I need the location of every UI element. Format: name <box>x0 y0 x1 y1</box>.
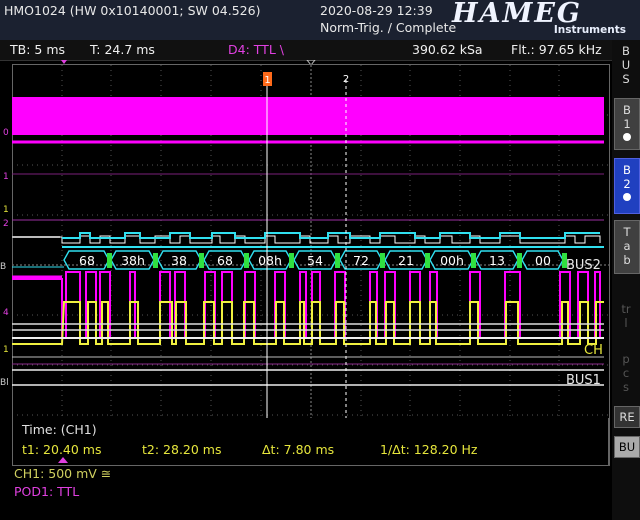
bus2-byte: 68 <box>217 253 233 268</box>
brand-sub: Instruments <box>553 24 626 36</box>
cursor-1-label: 1 <box>264 75 270 86</box>
search-button[interactable]: trl <box>614 302 638 330</box>
bus2-byte: 72 <box>353 253 369 268</box>
ch-label: CH <box>584 343 603 358</box>
svg-text:1: 1 <box>3 345 9 355</box>
ref-button[interactable]: RE <box>614 406 640 428</box>
marker-0: 0 <box>3 128 9 138</box>
ch1-setting[interactable]: CH1: 500 mV ≅ <box>14 466 111 481</box>
inverse-delta-t-value: 1/Δt: 128.20 Hz <box>380 442 478 457</box>
hameg-logo: HAMEG Instruments <box>452 0 630 37</box>
d0-trace-band <box>12 97 604 135</box>
marker-2: 2 <box>3 219 9 229</box>
filter[interactable]: Flt.: 97.65 kHz <box>511 42 602 57</box>
t1-value: t1: 20.40 ms <box>22 442 102 457</box>
sample-rate: 390.62 kSa <box>412 42 483 57</box>
b1-indicator-icon <box>623 133 631 141</box>
bus2-clock-traces <box>12 232 604 248</box>
bus2-byte: 00h <box>440 253 464 268</box>
trigger-status: Norm-Trig. / Complete <box>320 20 457 35</box>
bus-button[interactable]: BU <box>614 436 640 458</box>
channel-markers: 0 1 2 1 B 4 1 Bl <box>0 128 9 388</box>
b2-button[interactable]: B2 <box>614 158 640 214</box>
timebase[interactable]: TB: 5 ms <box>10 42 65 57</box>
device-info: HMO1024 (HW 0x10140001; SW 04.526) <box>4 3 261 18</box>
table-button[interactable]: Tab <box>614 220 640 274</box>
bus2-byte: 00 <box>535 253 551 268</box>
bus1-label: BUS1 <box>566 373 601 388</box>
bus2-byte: 08h <box>258 253 282 268</box>
b1-button[interactable]: B1 <box>614 98 640 150</box>
trigger-source[interactable]: D4: TTL \ <box>228 42 284 57</box>
cursor-measurements: Time: (CH1) t1: 20.40 ms t2: 28.20 ms Δt… <box>12 418 609 466</box>
search-option-button[interactable]: pcs <box>614 352 638 394</box>
trigger-time[interactable]: T: 24.7 ms <box>90 42 155 57</box>
bus2-byte: 68 <box>79 253 95 268</box>
delta-t-value: Δt: 7.80 ms <box>262 442 335 457</box>
digital-traces <box>12 271 604 386</box>
bus2-byte: 38 <box>171 253 187 268</box>
datetime: 2020-08-29 12:39 <box>320 3 433 18</box>
svg-text:1: 1 <box>3 205 9 215</box>
cursor-2-label: 2 <box>343 74 349 85</box>
bus2-byte: 21 <box>398 253 414 268</box>
horizontal-position-marker <box>61 60 67 64</box>
bus2-label: BUS2 <box>566 258 601 273</box>
title-bar: HMO1024 (HW 0x10140001; SW 04.526) 2020-… <box>0 0 640 40</box>
softkey-sidebar: BUS B1 B2 Tab trl pcs RE BU <box>612 40 640 520</box>
trigger-level-marker <box>58 457 68 463</box>
time-source: Time: (CH1) <box>22 422 97 437</box>
marker-1: 1 <box>3 172 9 182</box>
bus2-decode: 68 38h 38 68 08h 54 72 21 00h 13 00 BUS2 <box>12 250 601 273</box>
bus-menu-title: BUS <box>621 44 631 86</box>
pod1-setting[interactable]: POD1: TTL <box>14 484 79 499</box>
bus2-byte: 38h <box>121 253 145 268</box>
t2-value: t2: 28.20 ms <box>142 442 222 457</box>
svg-text:B: B <box>0 262 6 272</box>
status-bar: TB: 5 ms T: 24.7 ms D4: TTL \ 390.62 kSa… <box>0 40 612 61</box>
scope-display[interactable]: 0 1 2 1 B 4 1 Bl 68 38h 38 68 08h 54 72 … <box>0 60 612 470</box>
b2-indicator-icon <box>623 193 631 201</box>
bus2-byte: 54 <box>307 253 323 268</box>
bus2-byte: 13 <box>489 253 505 268</box>
marker-4: 4 <box>3 308 9 318</box>
svg-text:Bl: Bl <box>0 378 9 388</box>
